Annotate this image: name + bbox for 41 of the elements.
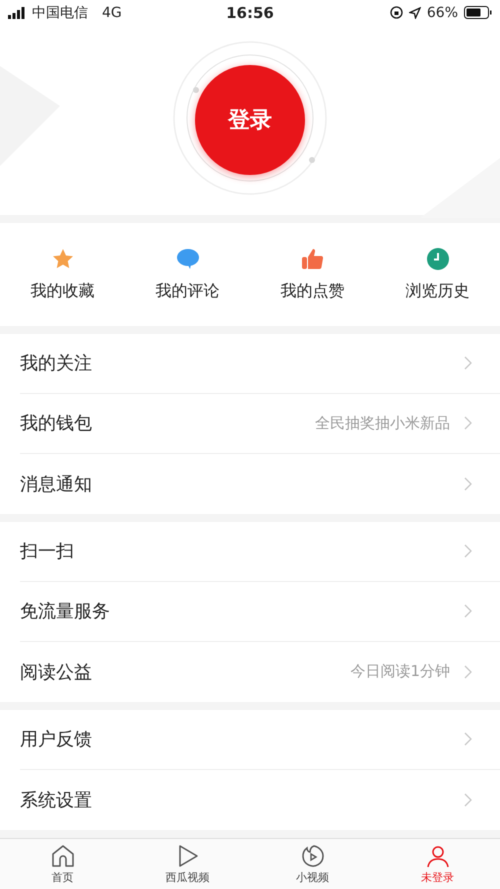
video-play-icon [300,842,326,869]
shortcut-label[interactable]: 我的点赞 [280,280,344,302]
speech-bubble-icon [176,246,200,271]
menu-item-label[interactable]: 系统设置 [20,788,464,812]
menu-item-label[interactable]: 我的钱包 [20,411,315,436]
shortcut-label[interactable]: 浏览历史 [406,280,470,302]
tab-bar-item[interactable]: 未登录 [375,838,500,889]
chevron-icon [464,792,472,807]
menu-item-label[interactable]: 免流量服务 [20,599,464,624]
tab-bar-item[interactable]: 西瓜视频 [125,838,250,889]
tab-bar-item[interactable]: 首页 [0,838,125,889]
chevron-icon [464,544,472,558]
chevron-icon [464,416,472,430]
tab-bar-item[interactable]: 小视频 [250,838,375,889]
menu-item-note: 全民抽奖抽小米新品 [315,414,450,433]
home-icon [50,842,76,869]
menu-item-note: 今日阅读1分钟 [350,662,450,682]
menu-item-label[interactable]: 扫一扫 [20,539,464,564]
menu-item-label[interactable]: 用户反馈 [20,727,464,752]
shortcut-label[interactable]: 我的收藏 [30,280,94,302]
location-arrow-icon [408,6,421,19]
chevron-icon [464,732,472,746]
chevron-icon [464,604,472,618]
star-icon [50,246,74,271]
chevron-icon [464,664,472,679]
network-type: 4G [102,4,122,21]
clock-icon [426,246,450,271]
chevron-icon [464,476,472,491]
battery-icon [464,6,492,20]
battery-percent: 66% [426,4,458,21]
chevron-icon [464,356,472,370]
rotation-lock-icon [390,6,403,20]
thumbs-up-icon [300,246,324,271]
menu-item-label[interactable]: 阅读公益 [20,660,350,684]
signal-icon [8,6,26,19]
menu-item-label[interactable]: 我的关注 [20,351,464,376]
clock-time: 16:56 [226,4,274,22]
shortcut-label[interactable]: 我的评论 [156,280,220,302]
login-button[interactable]: 登录 [195,65,305,176]
carrier-name: 中国电信 [32,4,88,22]
menu-item-label[interactable]: 消息通知 [20,472,464,496]
